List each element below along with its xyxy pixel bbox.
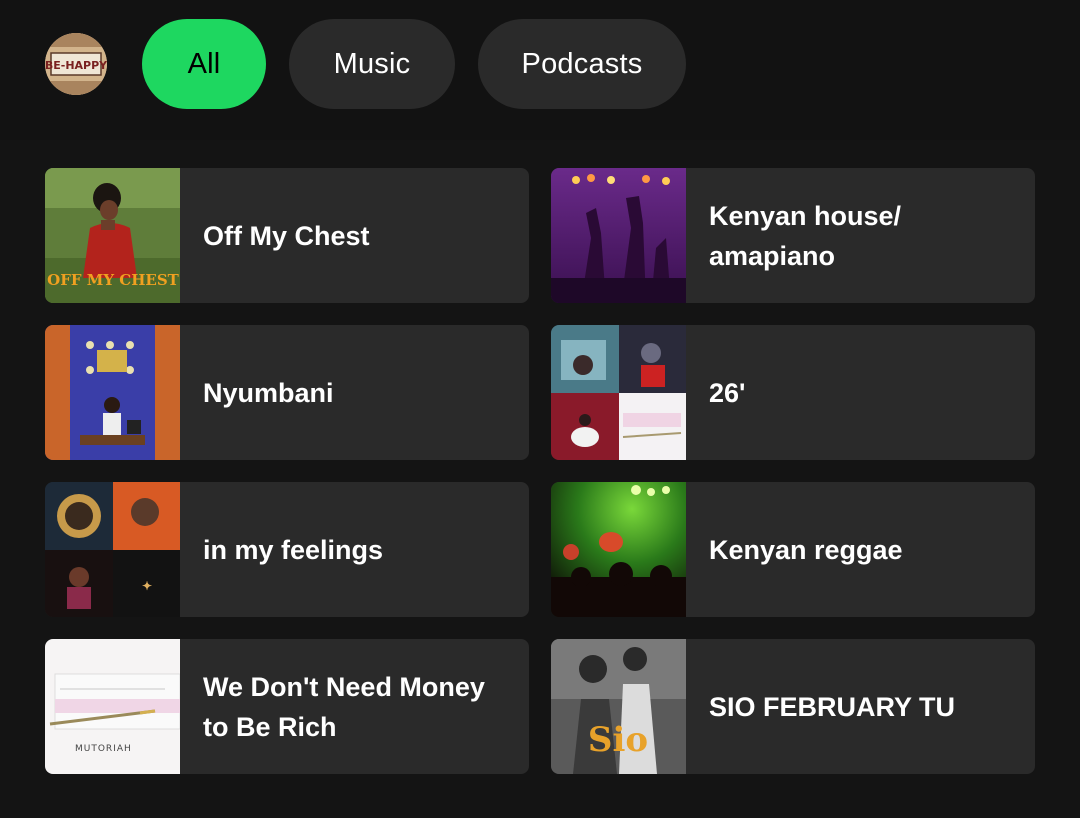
shortcut-card-sio-february-tu[interactable]: Sio SIO FEBRUARY TU bbox=[551, 639, 1035, 774]
filter-chip-podcasts[interactable]: Podcasts bbox=[478, 19, 686, 109]
cover-art bbox=[551, 482, 686, 617]
cover-art: OFF MY CHEST bbox=[45, 168, 180, 303]
cover-art-text: MUTORIAH bbox=[75, 744, 132, 754]
filter-chip-podcasts-label: Podcasts bbox=[521, 47, 643, 80]
avatar-label: BE-HAPPY bbox=[45, 59, 107, 72]
avatar-image: BE-HAPPY bbox=[45, 33, 107, 95]
profile-avatar[interactable]: BE-HAPPY bbox=[45, 33, 107, 95]
card-title: Kenyan reggae bbox=[709, 534, 903, 565]
shortcut-card-nyumbani[interactable]: Nyumbani bbox=[45, 325, 529, 460]
card-title: Kenyan house/ amapiano bbox=[709, 200, 902, 271]
shortcut-card-26[interactable]: 26' bbox=[551, 325, 1035, 460]
filter-chip-music-label: Music bbox=[333, 47, 411, 80]
cover-art-text: Sio bbox=[588, 720, 648, 760]
card-title: Off My Chest bbox=[203, 220, 370, 251]
card-title: 26' bbox=[709, 377, 746, 408]
cover-art: Sio bbox=[551, 639, 686, 774]
cover-art bbox=[45, 325, 180, 460]
filter-chip-all[interactable]: All bbox=[142, 19, 266, 109]
card-title: We Don't Need Money to Be Rich bbox=[203, 671, 485, 742]
shortcut-card-kenyan-reggae[interactable]: Kenyan reggae bbox=[551, 482, 1035, 617]
cover-art bbox=[551, 168, 686, 303]
cover-art: ✦ bbox=[45, 482, 180, 617]
card-title: SIO FEBRUARY TU bbox=[709, 691, 956, 722]
cover-art: MUTORIAH bbox=[45, 639, 180, 774]
shortcut-card-in-my-feelings[interactable]: ✦ in my feelings bbox=[45, 482, 529, 617]
shortcut-card-off-my-chest[interactable]: OFF MY CHEST Off My Chest bbox=[45, 168, 529, 303]
shortcut-card-we-dont-need-money[interactable]: MUTORIAH We Don't Need Money to Be Rich bbox=[45, 639, 529, 774]
cover-art-text: OFF MY CHEST bbox=[47, 271, 179, 289]
cover-art bbox=[551, 325, 686, 460]
card-title: Nyumbani bbox=[203, 377, 334, 408]
card-title: in my feelings bbox=[203, 534, 384, 565]
filter-chip-music[interactable]: Music bbox=[289, 19, 455, 109]
svg-text:✦: ✦ bbox=[142, 579, 152, 593]
shortcut-card-kenyan-house[interactable]: Kenyan house/ amapiano bbox=[551, 168, 1035, 303]
filter-chip-all-label: All bbox=[187, 47, 221, 80]
